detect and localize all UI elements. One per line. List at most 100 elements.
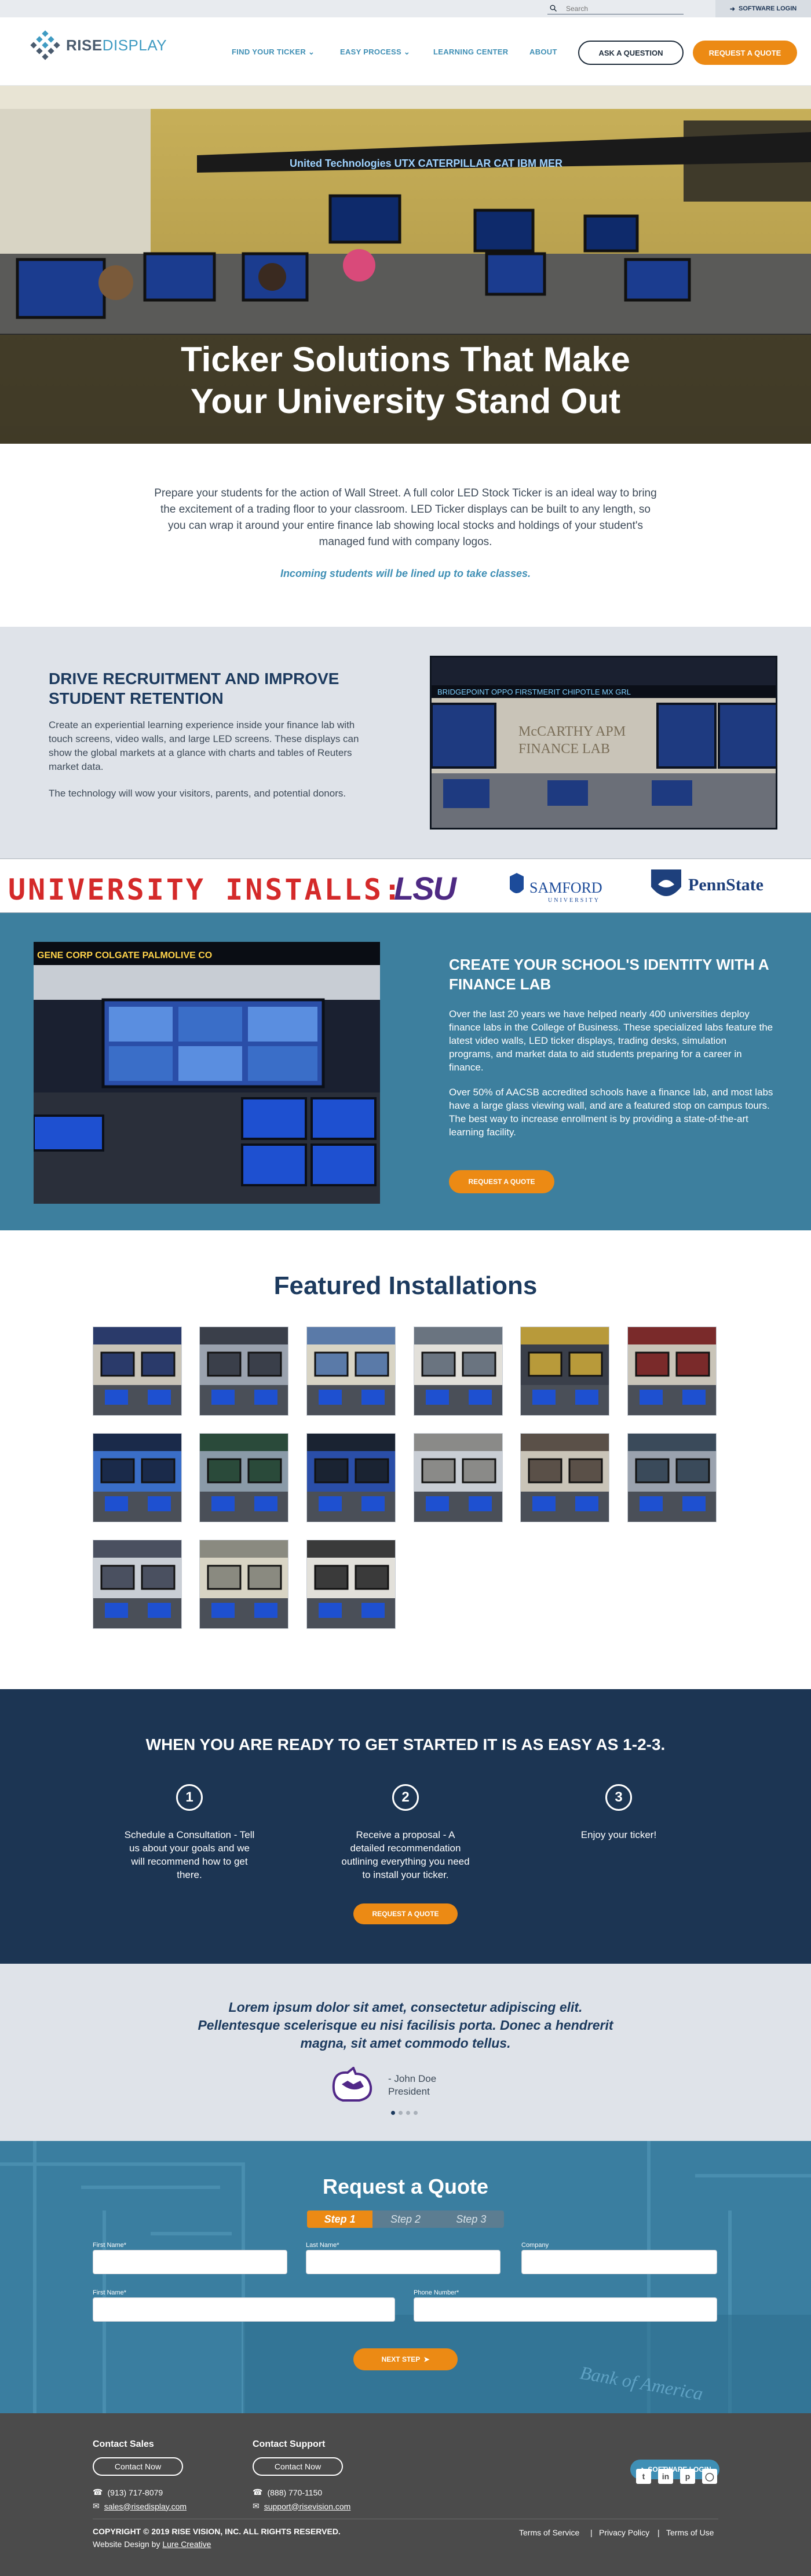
installation-thumbnail[interactable] — [199, 1540, 288, 1629]
sales-phone[interactable]: ☎ (913) 717-8079 — [93, 2487, 163, 2497]
search-icon[interactable] — [550, 5, 557, 12]
installation-thumbnail[interactable] — [627, 1327, 717, 1416]
lure-creative-link[interactable]: Lure Creative — [162, 2540, 211, 2549]
company-field[interactable] — [521, 2250, 717, 2274]
envelope-icon: ✉ — [253, 2501, 260, 2511]
linkedin-icon[interactable]: in — [658, 2469, 673, 2484]
installation-thumbnail[interactable] — [93, 1327, 182, 1416]
featured-installations-title: Featured Installations — [273, 1271, 538, 1300]
carousel-dot-1[interactable] — [391, 2111, 395, 2115]
pennstate-wordmark: PennState — [688, 875, 763, 894]
utility-bar: ➜ SOFTWARE LOGIN — [0, 0, 811, 17]
carousel-dot-4[interactable] — [414, 2111, 418, 2115]
carousel-dot-2[interactable] — [399, 2111, 403, 2115]
pinterest-icon[interactable]: p — [680, 2469, 695, 2484]
hero-title-line-1: Ticker Solutions That Make — [181, 340, 630, 379]
first-name-label: First Name* — [93, 2242, 127, 2249]
step-2-text: Receive a proposal - A detailed recommen… — [341, 1829, 470, 1880]
installation-thumbnail[interactable] — [414, 1327, 503, 1416]
first-name-2-field[interactable] — [93, 2297, 395, 2322]
legal-separator-2: | — [657, 2528, 660, 2537]
form-step-2: Step 2 — [390, 2213, 421, 2225]
easy-process-section: WHEN YOU ARE READY TO GET STARTED IT IS … — [0, 1689, 811, 1964]
testimonial-role: President — [388, 2086, 430, 2097]
phone-number-field[interactable] — [414, 2297, 717, 2322]
carousel-dot-3[interactable] — [406, 2111, 410, 2115]
step-3-number: 3 — [605, 1784, 632, 1811]
software-login-link[interactable]: ➜ SOFTWARE LOGIN — [715, 0, 811, 17]
installation-thumbnail[interactable] — [93, 1540, 182, 1629]
drive-recruitment-paragraph-2: The technology will wow your visitors, p… — [49, 788, 346, 799]
installation-thumbnail[interactable] — [306, 1433, 396, 1522]
drive-recruitment-title: DRIVE RECRUITMENT AND IMPROVE STUDENT RE… — [49, 670, 339, 707]
form-step-1: Step 1 — [307, 2210, 373, 2228]
nav-learning-center[interactable]: LEARNING CENTER — [433, 47, 508, 56]
logo-mark-icon — [30, 30, 60, 60]
installation-thumbnail[interactable] — [306, 1327, 396, 1416]
testimonial-section: Lorem ipsum dolor sit amet, consectetur … — [0, 1964, 811, 2141]
nav-find-your-ticker[interactable]: FIND YOUR TICKER ⌄ — [232, 47, 315, 57]
rise-display-logo[interactable]: RISEDISPLAY — [30, 30, 167, 60]
identity-ticker-text: GENE CORP COLGATE PALMOLIVE CO — [37, 951, 212, 960]
company-label: Company — [521, 2242, 549, 2249]
nav-easy-process-label: EASY PROCESS — [340, 47, 401, 56]
search-input[interactable] — [566, 4, 679, 13]
installation-thumbnail[interactable] — [520, 1433, 609, 1522]
installation-thumbnail[interactable] — [199, 1433, 288, 1522]
installation-thumbnail[interactable] — [199, 1327, 288, 1416]
school-identity-paragraph-1: Over the last 20 years we have helped ne… — [449, 1009, 773, 1073]
school-identity-title: CREATE YOUR SCHOOL'S IDENTITY WITH A FIN… — [449, 956, 769, 993]
installation-thumbnail[interactable] — [93, 1433, 182, 1522]
contact-sales-title: Contact Sales — [93, 2439, 154, 2449]
contact-support-title: Contact Support — [253, 2439, 326, 2449]
ask-a-question-button[interactable]: ASK A QUESTION — [578, 41, 684, 65]
terms-of-use-link[interactable]: Terms of Use — [666, 2528, 714, 2537]
contact-sales-button[interactable]: Contact Now — [93, 2457, 183, 2476]
arrow-right-circle-icon: ➤ — [423, 2355, 430, 2363]
installation-thumbnail[interactable] — [627, 1433, 717, 1522]
finance-lab-video-wall-photo: GENE CORP COLGATE PALMOLIVE CO — [34, 942, 380, 1204]
privacy-policy-link[interactable]: Privacy Policy — [599, 2528, 649, 2537]
testimonial-quote: Lorem ipsum dolor sit amet, consectetur … — [198, 2000, 613, 2051]
step-3-text: Enjoy your ticker! — [580, 1829, 657, 1840]
installation-thumbnail[interactable] — [306, 1540, 396, 1629]
phone-number-label: Phone Number* — [414, 2289, 459, 2296]
step-1-number: 1 — [176, 1784, 203, 1811]
hero-section: United Technologies UTX CATERPILLAR CAT … — [0, 86, 811, 444]
contact-support-button[interactable]: Contact Now — [253, 2457, 343, 2476]
samford-wordmark: SAMFORD — [529, 879, 602, 896]
steps-request-quote-button[interactable]: REQUEST A QUOTE — [353, 1903, 458, 1924]
instagram-icon[interactable]: ◯ — [702, 2469, 717, 2484]
software-login-label: SOFTWARE LOGIN — [738, 5, 797, 12]
form-step-3: Step 3 — [456, 2213, 487, 2225]
envelope-icon: ✉ — [93, 2501, 100, 2511]
installation-thumbnail[interactable] — [520, 1327, 609, 1416]
last-name-label-text: Last Name — [306, 2242, 337, 2249]
terms-of-service-link[interactable]: Terms of Service — [519, 2528, 579, 2537]
last-name-label: Last Name* — [306, 2242, 339, 2249]
support-email[interactable]: ✉ support@risevision.com — [253, 2501, 350, 2511]
university-installs-label: UNIVERSITY INSTALLS: — [8, 873, 404, 907]
support-email-text: support@risevision.com — [264, 2501, 351, 2511]
intro-paragraph: Prepare your students for the action of … — [154, 487, 657, 548]
last-name-field[interactable] — [306, 2250, 501, 2274]
search-box[interactable] — [547, 4, 684, 14]
sales-email[interactable]: ✉ sales@risedisplay.com — [93, 2501, 187, 2511]
installation-thumbnail[interactable] — [414, 1433, 503, 1522]
next-step-button[interactable]: NEXT STEP ➤ — [353, 2348, 458, 2370]
nav-about[interactable]: ABOUT — [529, 47, 557, 56]
request-quote-button[interactable]: REQUEST A QUOTE — [693, 41, 797, 65]
support-phone-text: (888) 770-1150 — [267, 2487, 323, 2497]
phone-number-label-text: Phone Number — [414, 2289, 456, 2296]
lsu-logo: LSU — [394, 870, 456, 907]
first-name-field[interactable] — [93, 2250, 287, 2274]
nav-easy-process[interactable]: EASY PROCESS ⌄ — [340, 47, 410, 57]
first-name-2-label: First Name* — [93, 2289, 127, 2296]
twitter-icon[interactable]: t — [636, 2469, 651, 2484]
identity-request-quote-button[interactable]: REQUEST A QUOTE — [449, 1170, 554, 1193]
support-phone[interactable]: ☎ (888) 770-1150 — [253, 2487, 322, 2497]
login-icon: ➜ — [729, 5, 735, 13]
chevron-down-icon: ⌄ — [403, 47, 411, 56]
legal-separator-1: | — [590, 2528, 593, 2537]
school-identity-paragraph-2: Over 50% of AACSB accredited schools hav… — [449, 1087, 773, 1138]
